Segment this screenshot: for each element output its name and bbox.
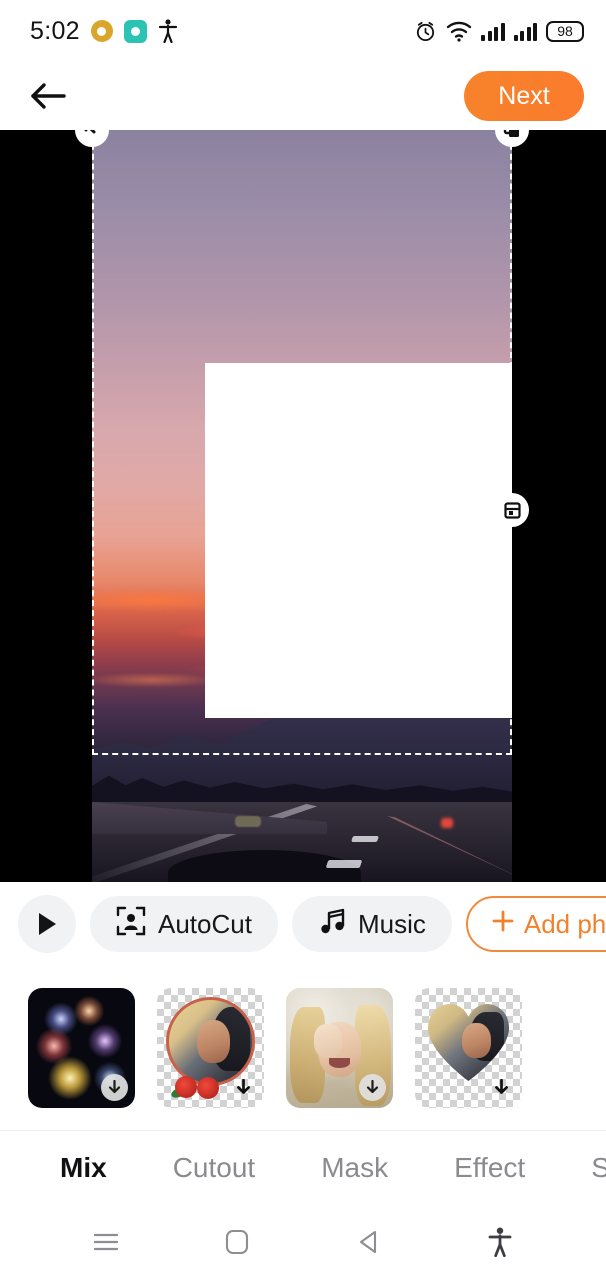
portrait-heart-cutout-image: [426, 1002, 511, 1082]
canvas-photo-area[interactable]: [92, 130, 512, 882]
crop-icon: [503, 501, 521, 519]
back-arrow-icon: [31, 83, 66, 109]
thumbnail-item[interactable]: [415, 988, 522, 1108]
tab-sticker[interactable]: Sticker: [591, 1152, 606, 1184]
download-icon[interactable]: [230, 1074, 257, 1101]
music-label: Music: [357, 908, 426, 939]
back-icon[interactable]: [342, 1215, 396, 1269]
crop-handle[interactable]: [495, 493, 529, 527]
accessibility-icon: [158, 19, 178, 43]
accessibility-icon[interactable]: [473, 1215, 527, 1269]
thumbnail-item[interactable]: [286, 988, 393, 1108]
battery-icon: 98: [546, 20, 584, 42]
home-icon[interactable]: [210, 1215, 264, 1269]
tab-mix[interactable]: Mix: [60, 1152, 107, 1184]
rotate-icon: [84, 130, 96, 134]
distant-car: [234, 816, 261, 827]
next-button[interactable]: Next: [464, 71, 584, 121]
add-photo-button[interactable]: Add photo: [465, 896, 606, 952]
status-bar-right: 98: [414, 20, 584, 43]
wifi-icon: [446, 20, 472, 42]
back-button[interactable]: [26, 73, 72, 119]
download-icon[interactable]: [359, 1074, 386, 1101]
portrait-rose-circle-frame-image: [166, 997, 255, 1086]
download-icon[interactable]: [488, 1074, 515, 1101]
thumbnail-item[interactable]: [157, 988, 264, 1108]
alarm-icon: [414, 20, 437, 43]
download-icon[interactable]: [101, 1074, 128, 1101]
editor-tab-bar[interactable]: Mix Cutout Mask Effect Sticker: [0, 1130, 606, 1204]
add-photo-label: Add photo: [523, 908, 606, 939]
editor-toolbar: AutoCut Music Add photo: [0, 882, 606, 966]
placed-photo-layer[interactable]: [205, 363, 512, 718]
battery-level: 98: [557, 23, 573, 39]
music-note-icon: [318, 907, 346, 942]
rose-decoration: [169, 1074, 229, 1100]
android-nav-bar[interactable]: [0, 1204, 606, 1280]
status-bar: 5:02 98: [0, 0, 606, 62]
lane-dash: [351, 836, 380, 842]
thumbnail-strip[interactable]: [0, 966, 606, 1130]
plus-icon: [490, 908, 516, 941]
tab-effect[interactable]: Effect: [454, 1152, 525, 1184]
tab-mask[interactable]: Mask: [321, 1152, 388, 1184]
play-button[interactable]: [18, 895, 76, 953]
lane-dash: [325, 860, 363, 868]
tail-light: [441, 818, 454, 828]
recents-icon[interactable]: [79, 1215, 133, 1269]
signal-icon: [513, 22, 537, 41]
app-bar: Next: [0, 62, 606, 130]
status-bar-left: 5:02: [30, 17, 178, 46]
signal-icon: [481, 22, 505, 41]
thumbnail-item[interactable]: [28, 988, 135, 1108]
tab-cutout[interactable]: Cutout: [173, 1152, 256, 1184]
messenger-icon: [123, 19, 147, 43]
autocut-label: AutoCut: [158, 908, 252, 939]
editor-canvas[interactable]: [0, 130, 606, 882]
duplicate-icon: [503, 130, 519, 137]
download-badge-icon: [90, 20, 113, 42]
music-button[interactable]: Music: [291, 896, 452, 952]
status-time: 5:02: [30, 16, 80, 45]
autocut-icon: [116, 906, 146, 943]
autocut-button[interactable]: AutoCut: [90, 896, 278, 952]
play-icon: [39, 913, 56, 935]
